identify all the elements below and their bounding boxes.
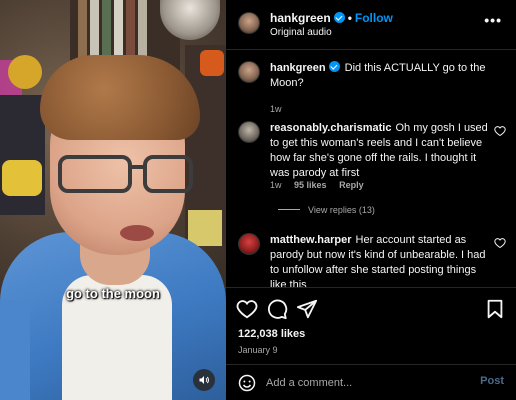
audio-link[interactable]: Original audio <box>270 27 332 38</box>
avatar[interactable] <box>238 233 260 255</box>
person-glasses <box>58 155 132 193</box>
reply-button[interactable]: Reply <box>339 180 364 190</box>
like-comment-heart-icon[interactable] <box>494 237 506 249</box>
toy-figure <box>2 160 42 196</box>
post-header: hankgreen • Follow Original audio ••• <box>226 0 516 50</box>
comment-icon[interactable] <box>266 298 288 320</box>
bookmark-icon[interactable] <box>484 298 506 320</box>
comment-input[interactable] <box>266 373 466 393</box>
comments-list[interactable]: hankgreen Did this ACTUALLY go to the Moo… <box>226 51 516 287</box>
verified-badge-icon <box>333 12 345 23</box>
comment-likes[interactable]: 95 likes <box>294 180 327 190</box>
heart-icon[interactable] <box>236 298 258 320</box>
comment-text: matthew.harper Her account started as par… <box>270 233 490 287</box>
view-replies-label: View replies (13) <box>308 205 375 215</box>
post-date: January 9 <box>238 345 278 355</box>
avatar[interactable] <box>238 12 260 34</box>
post-actions <box>226 287 516 329</box>
video-caption: go to the moon <box>66 286 160 301</box>
comment-text: reasonably.charismatic Oh my gosh I used … <box>270 121 490 181</box>
follow-button[interactable]: Follow <box>355 11 393 25</box>
author-line: hankgreen • Follow <box>270 11 393 25</box>
avatar[interactable] <box>238 61 260 83</box>
comment-username[interactable]: hankgreen <box>270 62 326 74</box>
view-replies-button[interactable]: View replies (13) <box>278 205 375 215</box>
author-username[interactable]: hankgreen <box>270 11 331 25</box>
person-glasses-bridge <box>130 165 145 169</box>
emoji-icon[interactable] <box>238 374 256 392</box>
share-icon[interactable] <box>296 298 318 320</box>
person-glasses <box>143 155 193 193</box>
divider <box>278 209 300 210</box>
likes-count[interactable]: 122,038 likes <box>238 328 305 340</box>
verified-badge-icon <box>328 61 340 72</box>
avatar[interactable] <box>238 121 260 143</box>
comment-time[interactable]: 1w <box>270 104 282 114</box>
post-panel: hankgreen • Follow Original audio ••• hank… <box>226 0 516 400</box>
reel-video[interactable]: go to the moon <box>0 0 226 400</box>
shelf <box>0 95 45 215</box>
comment-time[interactable]: 1w <box>270 180 282 190</box>
comment-username[interactable]: matthew.harper <box>270 234 352 246</box>
person-hair <box>40 55 200 140</box>
comment-text: hankgreen Did this ACTUALLY go to the Moo… <box>270 61 490 91</box>
comment-meta: 1w 95 likes Reply <box>270 180 374 190</box>
box <box>188 210 222 246</box>
person-mouth <box>120 225 154 241</box>
post-button[interactable]: Post <box>480 375 504 387</box>
separator: • <box>347 11 352 25</box>
mute-button[interactable] <box>193 369 215 391</box>
comment-box: Post <box>226 364 516 400</box>
sound-icon <box>199 376 209 384</box>
person-jacket-sleeve <box>0 300 30 400</box>
like-comment-heart-icon[interactable] <box>494 125 506 137</box>
comment-meta: 1w <box>270 104 292 114</box>
more-options-icon[interactable]: ••• <box>484 12 502 28</box>
toy-figure <box>8 55 42 89</box>
comment-username[interactable]: reasonably.charismatic <box>270 122 391 134</box>
toy-figure <box>200 50 224 76</box>
